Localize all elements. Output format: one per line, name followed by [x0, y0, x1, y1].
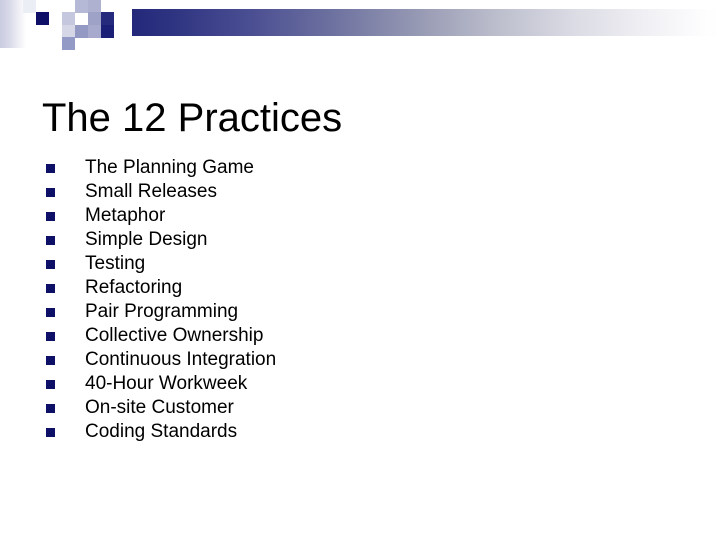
square-deepnavy: [101, 12, 114, 25]
bullet-square-icon: [46, 404, 55, 413]
square-upperleft: [23, 0, 36, 13]
list-item: On-site Customer: [46, 396, 646, 420]
header-decoration: [0, 0, 720, 52]
list-item-label: Pair Programming: [85, 301, 239, 322]
list-item-label: Testing: [85, 253, 146, 274]
list-item-label: Metaphor: [85, 205, 166, 226]
page-title: The 12 Practices: [42, 95, 343, 140]
list-item: Coding Standards: [46, 420, 646, 444]
list-item: Collective Ownership: [46, 324, 646, 348]
practices-list: The Planning Game Small Releases Metaphor S…: [46, 156, 646, 444]
square-periwinkle: [62, 37, 75, 50]
square-pale-upper: [49, 0, 62, 13]
list-item-label: The Planning Game: [85, 157, 254, 178]
list-item: Simple Design: [46, 228, 646, 252]
list-item: Metaphor: [46, 204, 646, 228]
square-navy-solid: [36, 12, 49, 25]
list-item-label: Coding Standards: [85, 421, 238, 442]
square-navy-lower: [101, 25, 114, 38]
list-item-label: Collective Ownership: [85, 325, 264, 346]
list-item-label: On-site Customer: [85, 397, 234, 418]
square-lavender-d: [88, 12, 101, 25]
bullet-square-icon: [46, 332, 55, 341]
list-item-label: Refactoring: [85, 277, 183, 298]
square-lavender-a: [62, 12, 75, 25]
list-item-label: Simple Design: [85, 229, 208, 250]
list-item: Refactoring: [46, 276, 646, 300]
bullet-square-icon: [46, 188, 55, 197]
square-midblue-b: [75, 25, 88, 38]
bullet-square-icon: [46, 356, 55, 365]
bullet-square-icon: [46, 236, 55, 245]
square-lavender-b: [75, 0, 88, 13]
bullet-square-icon: [46, 260, 55, 269]
square-soft-low: [49, 37, 62, 50]
list-item-label: 40-Hour Workweek: [85, 373, 248, 394]
bullet-square-icon: [46, 308, 55, 317]
square-midblue-c: [88, 25, 101, 38]
list-item-label: Continuous Integration: [85, 349, 277, 370]
slide-canvas: The 12 Practices The Planning Game Small …: [0, 0, 720, 540]
list-item: Small Releases: [46, 180, 646, 204]
header-gradient-bar: [132, 9, 720, 36]
list-item: The Planning Game: [46, 156, 646, 180]
list-item-label: Small Releases: [85, 181, 217, 202]
list-item: Pair Programming: [46, 300, 646, 324]
bullet-square-icon: [46, 428, 55, 437]
bullet-square-icon: [46, 164, 55, 173]
list-item: 40-Hour Workweek: [46, 372, 646, 396]
list-item: Testing: [46, 252, 646, 276]
bullet-square-icon: [46, 212, 55, 221]
list-item: Continuous Integration: [46, 348, 646, 372]
bullet-square-icon: [46, 380, 55, 389]
bullet-square-icon: [46, 284, 55, 293]
